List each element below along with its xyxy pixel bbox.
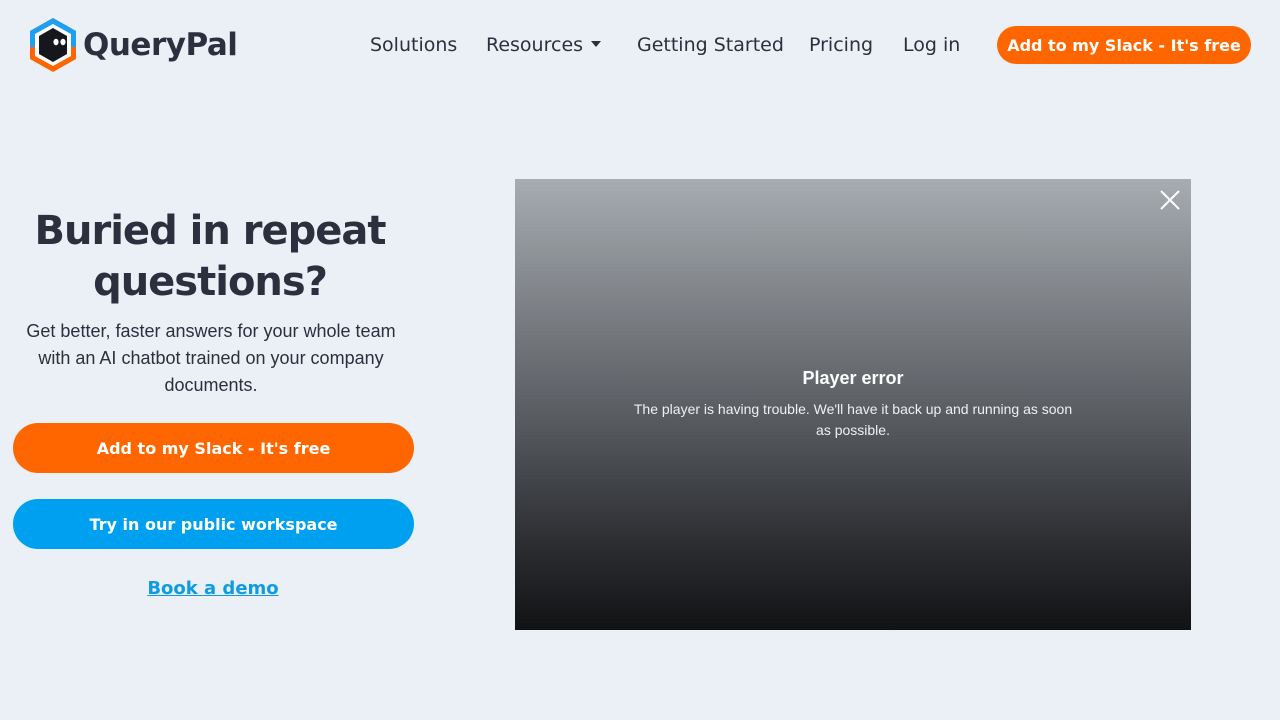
brand-name: QueryPal [83,27,238,63]
caret-down-icon[interactable] [591,41,601,47]
hero-subtitle: Get better, faster answers for your whol… [26,321,396,395]
hexagon-bot-logo-icon [30,18,76,72]
video-player[interactable]: Player error The player is having troubl… [515,179,1191,630]
hero-title-line2: questions? [93,259,328,305]
nav-pricing[interactable]: Pricing [809,32,873,58]
player-error-title: Player error [802,368,904,388]
site-header: QueryPal Solutions Resources Getting Sta… [0,0,1280,90]
brand-logo[interactable]: QueryPal [28,17,238,73]
nav-solutions[interactable]: Solutions [370,32,457,58]
close-icon[interactable] [1159,189,1181,211]
add-to-slack-button[interactable]: Add to my Slack - It's free [13,423,414,473]
hero-title: Buried in repeat questions? [0,206,420,308]
nav-getting-started[interactable]: Getting Started [637,32,784,58]
hero-title-line1: Buried in repeat [34,208,387,254]
player-error-message: The player is having trouble. We'll have… [633,401,1073,438]
nav-login[interactable]: Log in [903,32,960,58]
nav-resources[interactable]: Resources [486,32,583,58]
header-add-to-slack-button[interactable]: Add to my Slack - It's free [997,26,1251,64]
try-public-workspace-button[interactable]: Try in our public workspace [13,499,414,549]
book-demo-link[interactable]: Book a demo [0,576,426,602]
